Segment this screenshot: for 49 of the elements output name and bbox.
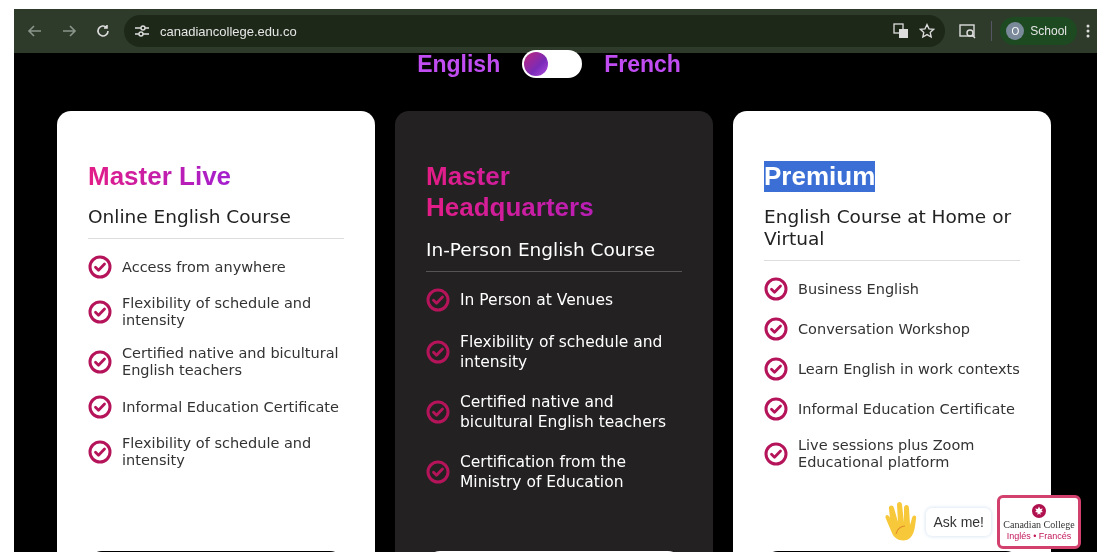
- check-circle-icon: [88, 300, 112, 324]
- check-circle-icon: [88, 440, 112, 464]
- menu-icon[interactable]: [1085, 23, 1091, 39]
- feature-text: Flexibility of schedule and intensity: [460, 332, 664, 372]
- chat-launcher[interactable]: Canadian College Inglés • Francés: [997, 495, 1081, 549]
- star-icon[interactable]: [919, 23, 936, 39]
- language-switch[interactable]: [522, 50, 583, 78]
- plan-subtitle: In-Person English Course: [426, 239, 682, 272]
- feature-text: Certified native and bicultural English teachers: [122, 345, 340, 379]
- feature-text: Live sessions plus Zoom Educational platform: [798, 437, 976, 471]
- feature-text: Flexibility of schedule and intensity: [122, 435, 313, 469]
- check-circle-icon: [426, 400, 450, 424]
- check-circle-icon: [426, 460, 450, 484]
- plan-title: Premium: [764, 161, 876, 192]
- profile-avatar: O: [1006, 22, 1025, 40]
- feature-text: In Person at Venues: [460, 290, 614, 310]
- check-circle-icon: [764, 357, 788, 381]
- feature-text: Conversation Workshop: [798, 320, 970, 338]
- feature-text: Informal Education Certificate: [798, 400, 1015, 418]
- feature-text: Learn English in work contexts: [798, 360, 1020, 378]
- check-circle-icon: [764, 317, 788, 341]
- site-settings-icon[interactable]: [134, 24, 150, 38]
- check-circle-icon: [88, 350, 112, 374]
- tab-search-icon[interactable]: [959, 23, 978, 39]
- check-circle-icon: [764, 277, 788, 301]
- reload-icon[interactable]: [94, 22, 112, 40]
- plan-subtitle: English Course at Home or Virtual: [764, 206, 1020, 261]
- logo-tagline: Inglés • Francés: [1006, 530, 1072, 541]
- profile-name: School: [1030, 24, 1067, 38]
- language-label: English: [417, 50, 501, 78]
- language-label: French: [604, 50, 681, 78]
- feature-text: Informal Education Certificate: [122, 398, 339, 416]
- chat-bubble[interactable]: Ask me!: [926, 508, 991, 536]
- check-circle-icon: [426, 288, 450, 312]
- logo-name: Canadian College: [1003, 518, 1075, 530]
- check-circle-icon: [764, 442, 788, 466]
- address-bar[interactable]: canadiancollege.edu.co: [124, 15, 946, 47]
- feature-text: Flexibility of schedule and intensity: [122, 295, 313, 329]
- feature-text: Access from anywhere: [122, 258, 286, 276]
- check-circle-icon: [426, 340, 450, 364]
- feature-text: Certified native and bicultural English teachers: [460, 392, 668, 432]
- feature-text: Business English: [798, 280, 919, 298]
- check-circle-icon: [88, 255, 112, 279]
- feature-text: Certification from the Ministry of Education: [460, 452, 627, 492]
- profile-button[interactable]: O School: [1000, 17, 1077, 45]
- check-circle-icon: [88, 395, 112, 419]
- url-text: canadiancollege.edu.co: [160, 23, 298, 39]
- check-circle-icon: [764, 397, 788, 421]
- plan-subtitle: Online English Course: [88, 206, 344, 239]
